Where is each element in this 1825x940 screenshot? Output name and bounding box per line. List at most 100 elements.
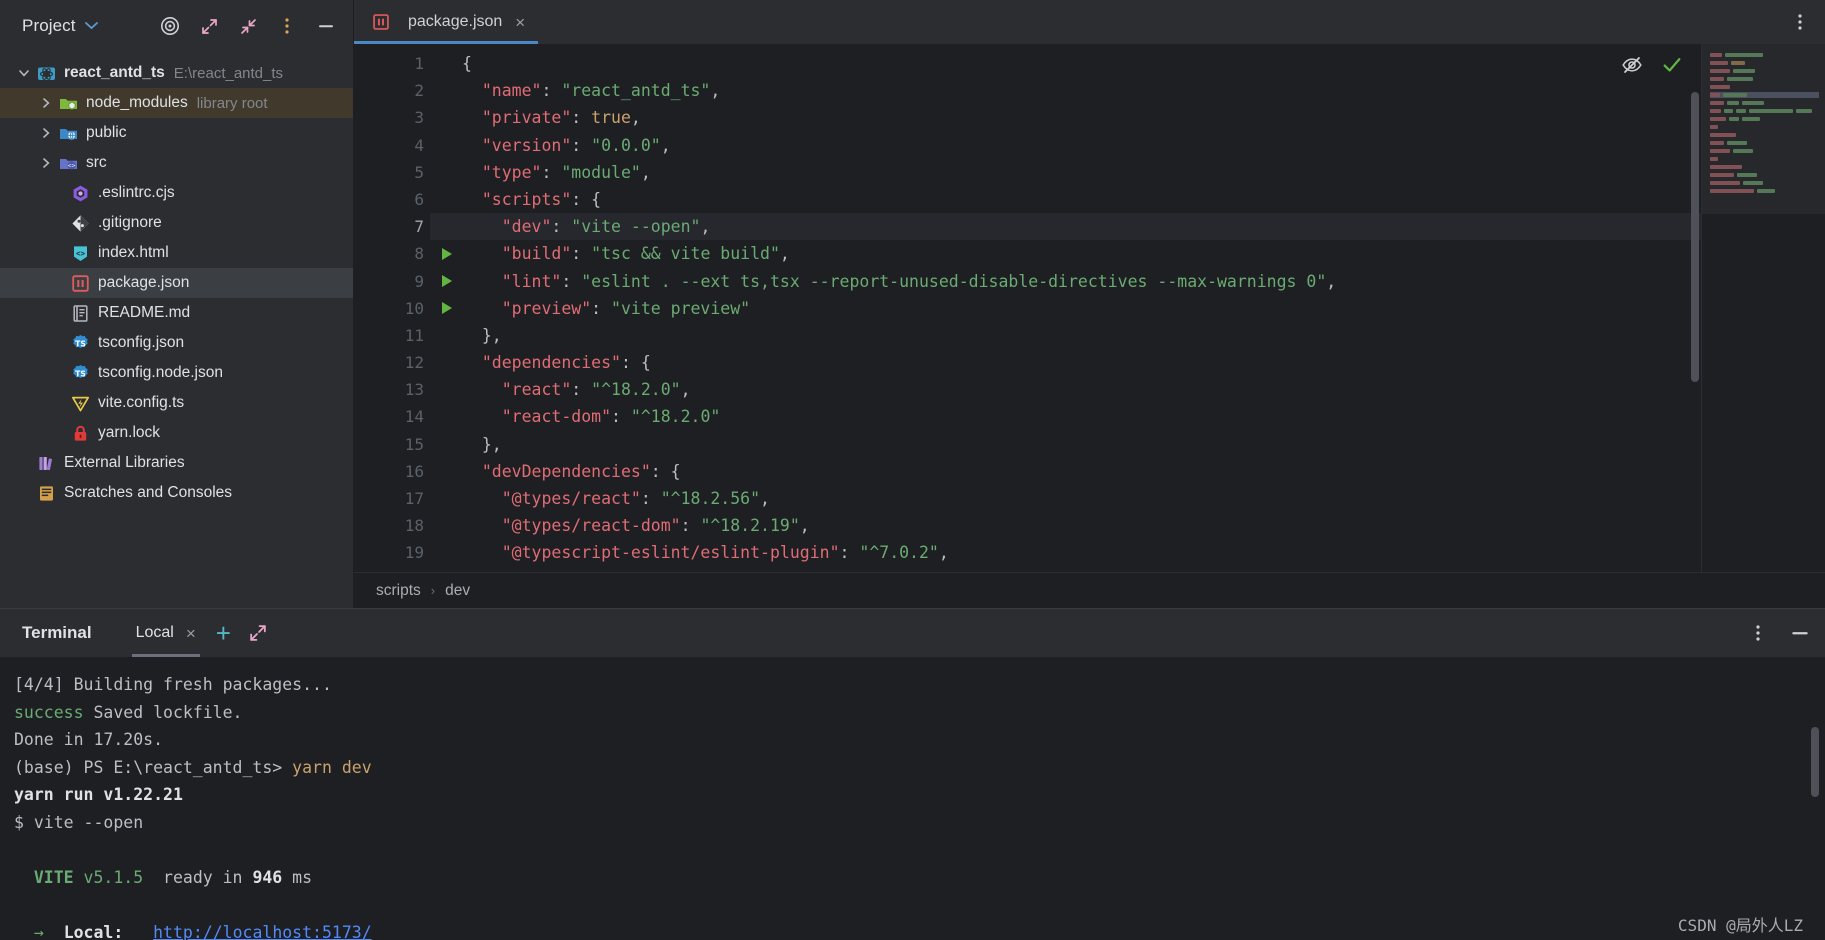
- code-line: "private": true,: [481, 108, 641, 128]
- arrow-right-icon: →: [14, 922, 44, 940]
- tree-item-label: External Libraries: [64, 454, 185, 471]
- chevron-right-icon[interactable]: [40, 157, 58, 169]
- web-folder-icon: [58, 123, 78, 143]
- minimize-icon[interactable]: [315, 15, 337, 37]
- more-vertical-icon[interactable]: [276, 15, 298, 37]
- source-folder-icon: <>: [58, 153, 78, 173]
- terminal-command: yarn dev: [292, 757, 372, 777]
- tree-item-eslintrc[interactable]: .eslintrc.cjs: [0, 178, 353, 208]
- line-number: 18: [404, 516, 424, 536]
- ide-window: Project react_antd_ts E:\react_antd_ts n…: [0, 0, 1825, 940]
- close-icon[interactable]: ×: [186, 625, 196, 642]
- terminal-tab-local[interactable]: Local ×: [131, 609, 200, 657]
- node-folder-icon: [58, 93, 78, 113]
- tree-item-package-json[interactable]: package.json: [0, 268, 353, 298]
- tree-item-scratches-and-consoles[interactable]: Scratches and Consoles: [0, 478, 353, 508]
- minimize-icon[interactable]: [1789, 622, 1811, 644]
- lock-icon: [70, 423, 90, 443]
- tree-item-label: README.md: [98, 304, 191, 321]
- tree-item-tsconfig-node-json[interactable]: TS tsconfig.node.json: [0, 358, 353, 388]
- tree-item-vite-config[interactable]: vite.config.ts: [0, 388, 353, 418]
- sidebar-title[interactable]: Project: [22, 16, 76, 36]
- code-line: "dev": "vite --open",: [430, 213, 1825, 241]
- expand-icon[interactable]: [198, 15, 220, 37]
- code-line: },: [462, 434, 502, 454]
- target-icon[interactable]: [159, 15, 181, 37]
- local-url-link[interactable]: http://localhost:5173/: [153, 923, 372, 940]
- terminal-line: → Local: http://localhost:5173/: [14, 919, 1825, 940]
- tree-item-src[interactable]: <> src: [0, 148, 353, 178]
- vite-icon: [70, 393, 90, 413]
- breadcrumb-item-dev[interactable]: dev: [445, 582, 470, 600]
- tree-item-label: index.html: [98, 244, 169, 261]
- tree-item-label: react_antd_ts: [64, 64, 165, 81]
- code-line: "scripts": {: [481, 189, 602, 209]
- code-line: "react-dom": "^18.2.0": [501, 407, 721, 427]
- line-number: 3: [414, 108, 424, 128]
- code-line: "version": "0.0.0",: [481, 135, 671, 155]
- tree-item-label: package.json: [98, 274, 190, 291]
- terminal-line: Done in 17.20s.: [14, 726, 1825, 754]
- chevron-down-icon[interactable]: [84, 19, 98, 33]
- npm-icon: [70, 273, 90, 293]
- terminal-panel: Terminal Local × + [4/4] Building fresh …: [0, 608, 1825, 940]
- plus-icon[interactable]: +: [216, 620, 231, 646]
- code-area[interactable]: 1 2 3 4 5 6 7 8 9 10 11 12 13 14 15 16 1: [354, 44, 1825, 572]
- tree-item-readme[interactable]: README.md: [0, 298, 353, 328]
- line-number: 19: [404, 543, 424, 563]
- code-text[interactable]: { "name": "react_antd_ts", "private": tr…: [430, 44, 1825, 572]
- watermark: CSDN @局外人LZ: [1677, 916, 1803, 935]
- svg-text:TS: TS: [75, 369, 86, 378]
- editor-pane: package.json × 1 2 3 4 5 6 7 8 9 10 11 1…: [354, 0, 1825, 608]
- more-vertical-icon[interactable]: [1747, 622, 1769, 644]
- line-number-gutter: 1 2 3 4 5 6 7 8 9 10 11 12 13 14 15 16 1: [354, 44, 430, 572]
- tree-item-react_antd_ts[interactable]: react_antd_ts E:\react_antd_ts: [0, 58, 353, 88]
- terminal-scrollbar-thumb[interactable]: [1811, 727, 1819, 797]
- more-vertical-icon[interactable]: [1789, 11, 1811, 33]
- line-number: 13: [404, 380, 424, 400]
- code-line: "build": "tsc && vite build",: [501, 244, 790, 264]
- tree-item-external-libraries[interactable]: External Libraries: [0, 448, 353, 478]
- tree-item-node_modules[interactable]: node_modules library root: [0, 88, 353, 118]
- collapse-icon[interactable]: [237, 15, 259, 37]
- close-icon[interactable]: ×: [515, 14, 525, 31]
- terminal-line: [4/4] Building fresh packages...: [14, 671, 1825, 699]
- project-sidebar: Project react_antd_ts E:\react_antd_ts n…: [0, 0, 354, 608]
- chevron-right-icon[interactable]: [40, 127, 58, 139]
- code-line: "devDependencies": {: [481, 461, 681, 481]
- terminal-text: ready in: [143, 867, 253, 887]
- line-number: 17: [404, 489, 424, 508]
- expand-icon[interactable]: [247, 622, 269, 644]
- tree-item-public[interactable]: public: [0, 118, 353, 148]
- tab-package-json[interactable]: package.json ×: [354, 0, 539, 44]
- editor-minimap[interactable]: [1701, 44, 1825, 572]
- terminal-text: yarn run v1.22.21: [14, 785, 183, 804]
- terminal-text: ms: [282, 867, 313, 887]
- terminal-text: v5.1.5: [83, 867, 144, 887]
- tree-item-label: tsconfig.node.json: [98, 364, 223, 381]
- tree-item-label: .eslintrc.cjs: [98, 184, 175, 201]
- tree-item-label: vite.config.ts: [98, 394, 185, 411]
- chevron-right-icon[interactable]: [40, 97, 58, 109]
- tree-item-tsconfig-json[interactable]: TS tsconfig.json: [0, 328, 353, 358]
- git-icon: [70, 213, 90, 233]
- tree-item-label: public: [86, 124, 127, 141]
- reader-mode-off-icon[interactable]: [1621, 54, 1643, 76]
- tree-item-index-html[interactable]: <> index.html: [0, 238, 353, 268]
- terminal-title: Terminal: [22, 623, 92, 642]
- code-line: "lint": "eslint . --ext ts,tsx --report-…: [501, 271, 1337, 291]
- line-number: 5: [414, 162, 424, 182]
- terminal-line: success Saved lockfile.: [14, 699, 1825, 727]
- line-number: 11: [404, 325, 424, 345]
- terminal-output[interactable]: [4/4] Building fresh packages... success…: [0, 657, 1825, 940]
- tree-item-yarn-lock[interactable]: yarn.lock: [0, 418, 353, 448]
- breadcrumb-item-scripts[interactable]: scripts: [376, 582, 421, 600]
- tree-item-gitignore[interactable]: .gitignore: [0, 208, 353, 238]
- tree-item-label: tsconfig.json: [98, 334, 185, 351]
- no-problems-check-icon[interactable]: [1661, 54, 1683, 76]
- chevron-down-icon[interactable]: [18, 67, 36, 79]
- project-module-icon: [36, 63, 56, 83]
- editor-scrollbar-thumb[interactable]: [1691, 92, 1699, 382]
- line-number: 16: [404, 461, 424, 481]
